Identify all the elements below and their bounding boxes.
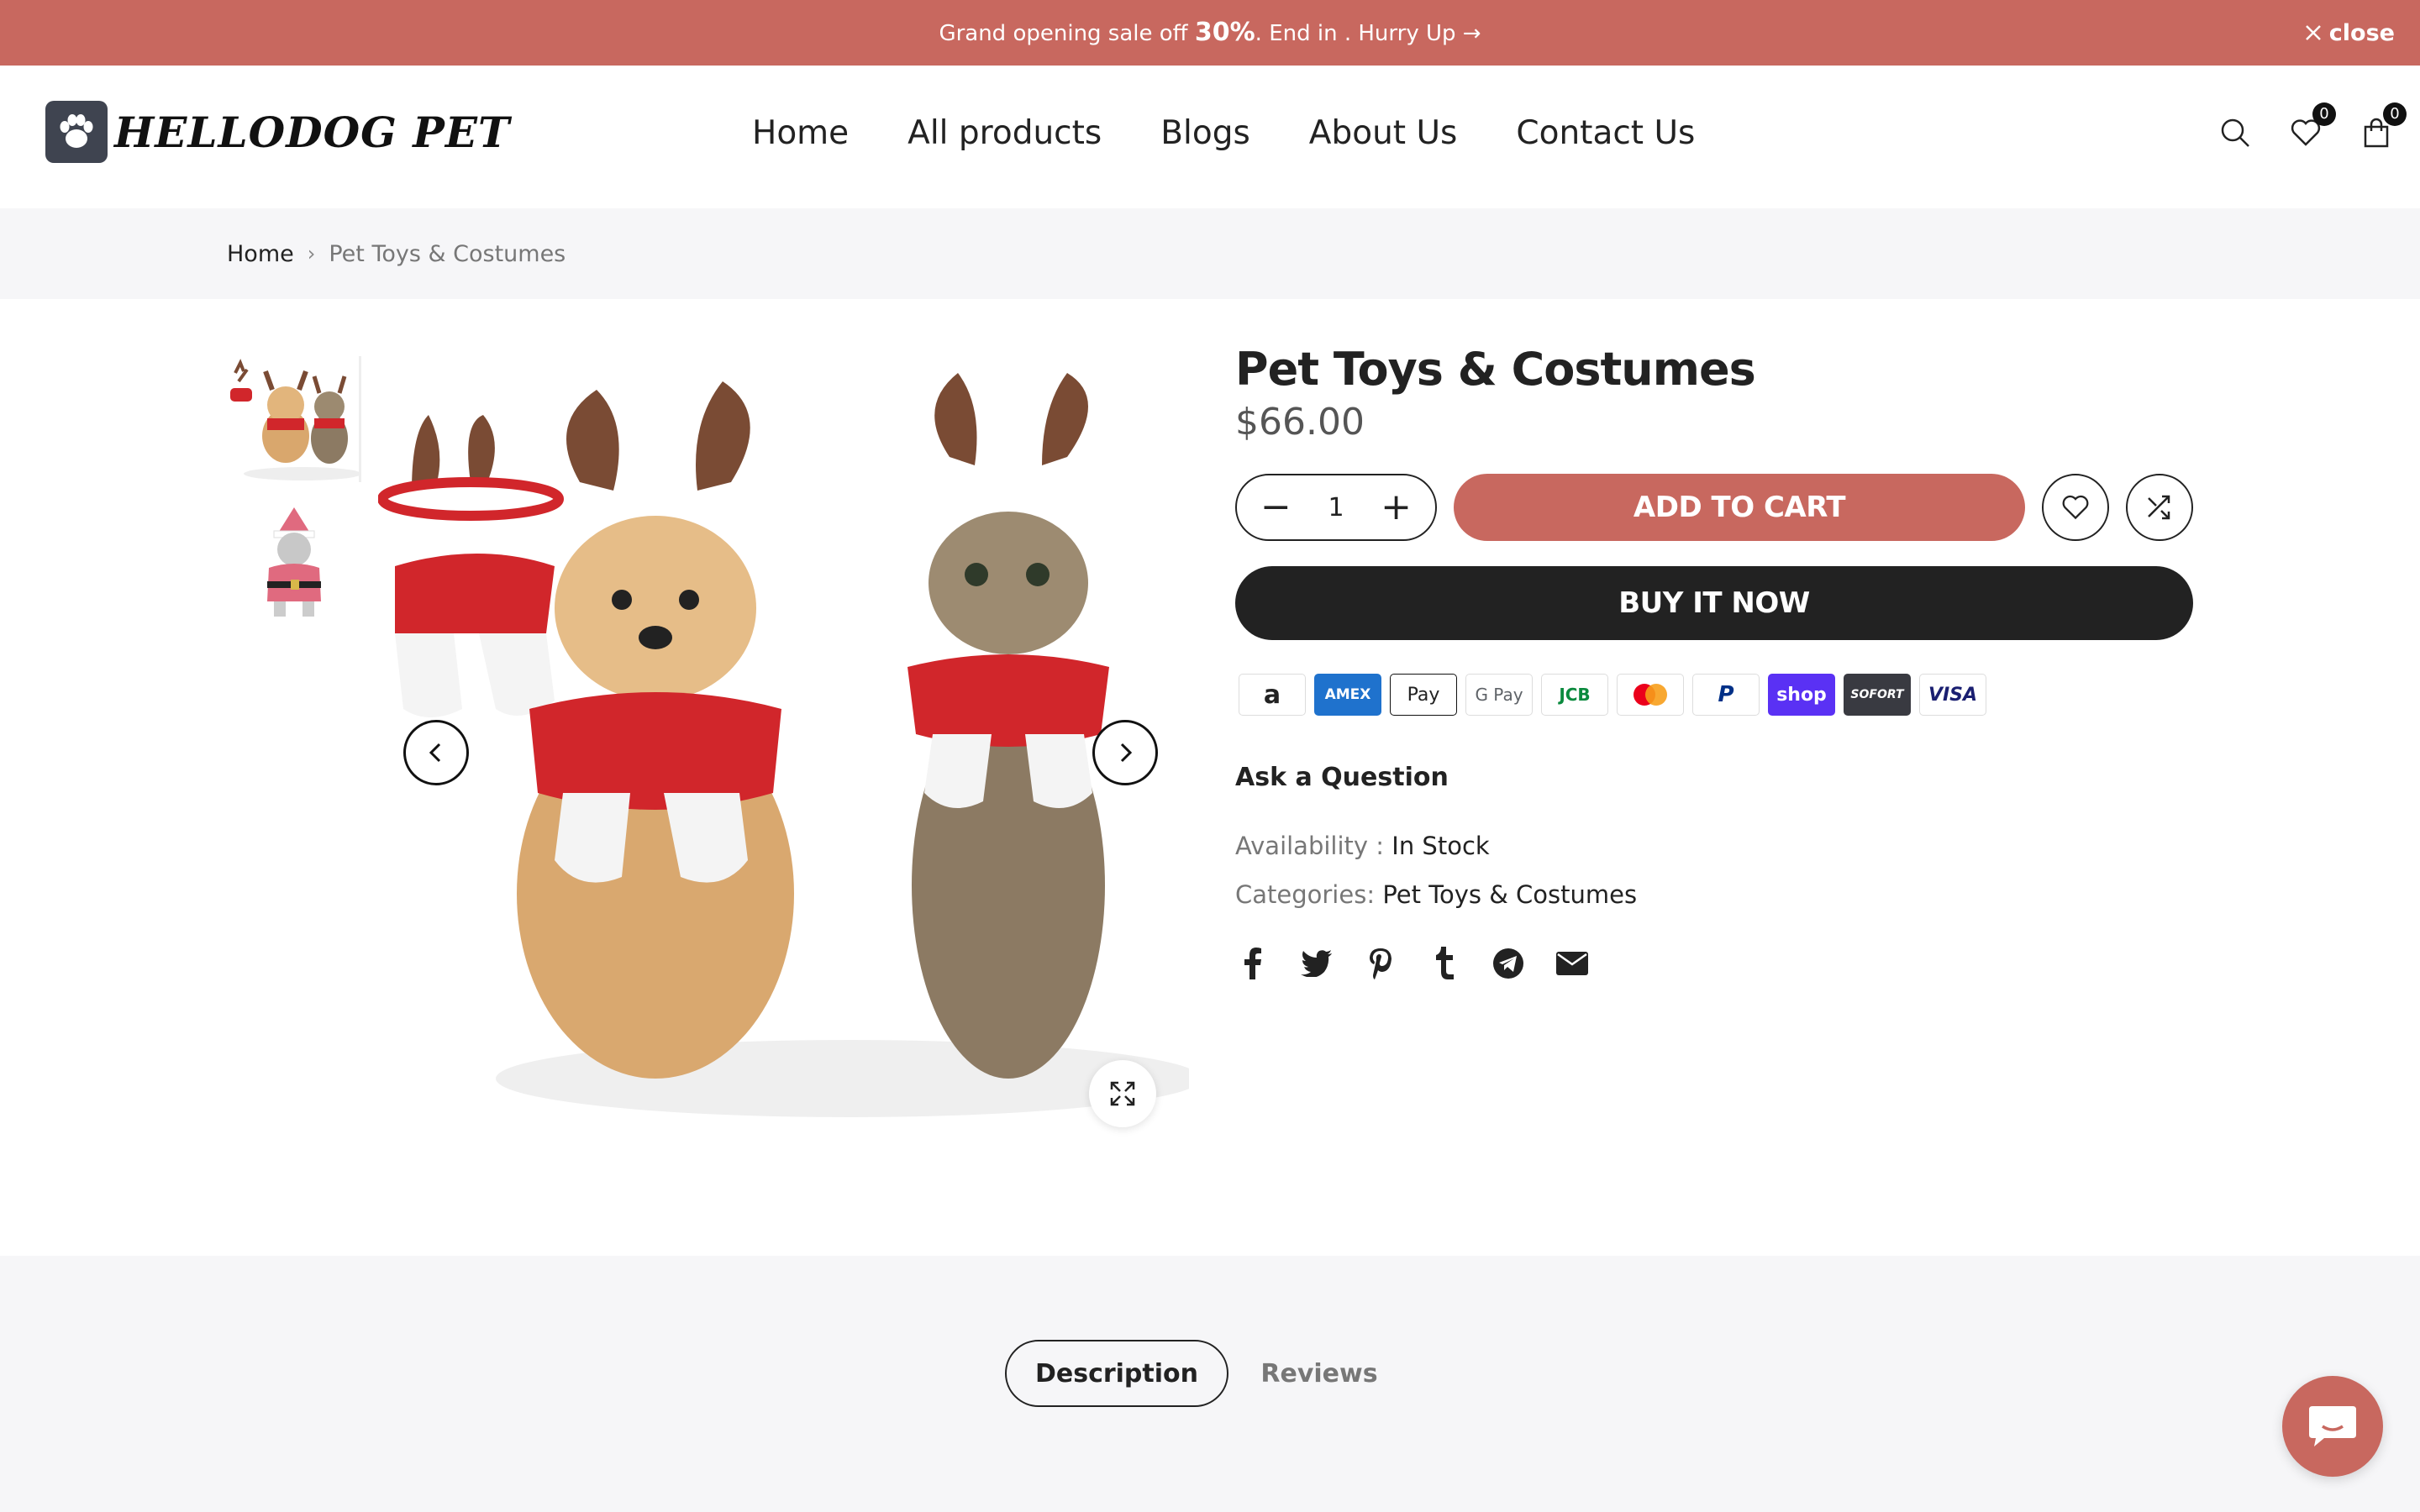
thumbnail-reindeer-costume[interactable] (227, 356, 361, 482)
zoom-button[interactable] (1089, 1060, 1156, 1127)
nav-all-products[interactable]: All products (908, 114, 1102, 152)
availability-label: Availability : (1235, 832, 1392, 860)
visa-icon: VISA (1919, 674, 1986, 716)
announcement-prefix: Grand opening sale off (939, 21, 1195, 46)
breadcrumb-separator: › (307, 242, 316, 265)
ask-question-link[interactable]: Ask a Question (1235, 763, 1449, 792)
breadcrumb: Home › Pet Toys & Costumes (0, 208, 2420, 299)
announcement-close-button[interactable]: close (2304, 0, 2395, 66)
quantity-stepper: − 1 + (1235, 474, 1437, 541)
product-price: $66.00 (1235, 401, 1365, 444)
qty-decrease-button[interactable]: − (1260, 489, 1292, 526)
categories-link[interactable]: Pet Toys & Costumes (1382, 880, 1637, 909)
chat-bubble-icon (2309, 1406, 2356, 1446)
cart-count-badge: 0 (2383, 102, 2407, 126)
quantity-input[interactable]: 1 (1328, 493, 1344, 522)
announcement-suffix: . End in . Hurry Up → (1255, 21, 1481, 46)
add-to-wishlist-button[interactable] (2042, 474, 2109, 541)
amazon-pay-icon: a (1239, 674, 1306, 716)
announcement-highlight: 30% (1194, 18, 1255, 47)
wishlist-count-badge: 0 (2312, 102, 2336, 126)
availability: Availability : In Stock (1235, 832, 1490, 860)
email-icon[interactable] (1555, 946, 1590, 981)
tab-reviews[interactable]: Reviews (1260, 1340, 1378, 1407)
search-icon (2221, 118, 2249, 147)
product-tabs: Description Reviews (0, 1256, 2420, 1512)
availability-value: In Stock (1392, 832, 1490, 860)
site-logo[interactable]: HELLODOG PET (45, 101, 510, 163)
heart-icon (2062, 495, 2089, 520)
gallery-next-button[interactable] (1092, 720, 1158, 785)
purchase-row: − 1 + ADD TO CART (1235, 474, 2193, 541)
announcement-bar: Grand opening sale off 30%. End in . Hur… (0, 0, 2420, 66)
jcb-icon: JCB (1541, 674, 1608, 716)
close-label: close (2328, 19, 2395, 46)
announcement-message[interactable]: Grand opening sale off 30%. End in . Hur… (0, 0, 2420, 66)
logo-text: HELLODOG PET (114, 107, 511, 157)
breadcrumb-home[interactable]: Home (227, 241, 294, 267)
qty-increase-button[interactable]: + (1381, 489, 1412, 526)
tumblr-icon[interactable] (1427, 946, 1462, 981)
tab-description[interactable]: Description (1005, 1340, 1228, 1407)
nav-blogs[interactable]: Blogs (1160, 114, 1250, 152)
paw-icon (45, 101, 108, 163)
chat-button[interactable] (2282, 1376, 2383, 1477)
cart-button[interactable]: 0 (2358, 102, 2407, 151)
pinterest-icon[interactable] (1363, 946, 1398, 981)
close-icon (2305, 25, 2321, 40)
site-header: HELLODOG PET Home All products Blogs Abo… (0, 66, 2420, 208)
expand-icon (1110, 1081, 1135, 1106)
categories: Categories: Pet Toys & Costumes (1235, 880, 1637, 909)
product-photo (378, 373, 1189, 1117)
paypal-icon: P (1692, 674, 1760, 716)
breadcrumb-current: Pet Toys & Costumes (329, 240, 566, 267)
shuffle-icon (2148, 495, 2170, 520)
chevron-right-icon (1120, 743, 1133, 763)
search-button[interactable] (2217, 114, 2254, 151)
facebook-icon[interactable] (1235, 946, 1270, 981)
shop-pay-icon: shop (1768, 674, 1835, 716)
payment-methods: a AMEX Pay G Pay JCB P shop SOFORT VISA (1239, 674, 1986, 716)
thumbnail-list (227, 356, 361, 645)
thumbnail-santa-costume[interactable] (227, 501, 361, 627)
add-to-cart-button[interactable]: ADD TO CART (1454, 474, 2025, 541)
social-share (1235, 946, 1590, 981)
compare-button[interactable] (2126, 474, 2193, 541)
mastercard-icon (1617, 674, 1684, 716)
wishlist-button[interactable]: 0 (2287, 102, 2336, 151)
nav-contact-us[interactable]: Contact Us (1516, 114, 1695, 152)
twitter-icon[interactable] (1299, 946, 1334, 981)
categories-label: Categories: (1235, 880, 1383, 909)
telegram-icon[interactable] (1491, 946, 1526, 981)
chevron-left-icon (429, 743, 441, 763)
product-title: Pet Toys & Costumes (1235, 343, 1756, 396)
main-product-image[interactable] (378, 356, 1189, 1137)
product-info: Pet Toys & Costumes $66.00 − 1 + ADD TO … (1235, 343, 2193, 979)
google-pay-icon: G Pay (1465, 674, 1533, 716)
sofort-icon: SOFORT (1844, 674, 1911, 716)
nav-home[interactable]: Home (752, 114, 849, 152)
buy-it-now-button[interactable]: BUY IT NOW (1235, 566, 2193, 640)
nav-about-us[interactable]: About Us (1309, 114, 1458, 152)
gallery-prev-button[interactable] (403, 720, 469, 785)
header-actions: 0 0 (2217, 102, 2407, 151)
amex-icon: AMEX (1314, 674, 1381, 716)
main-nav: Home All products Blogs About Us Contact… (752, 114, 1695, 152)
apple-pay-icon: Pay (1390, 674, 1457, 716)
